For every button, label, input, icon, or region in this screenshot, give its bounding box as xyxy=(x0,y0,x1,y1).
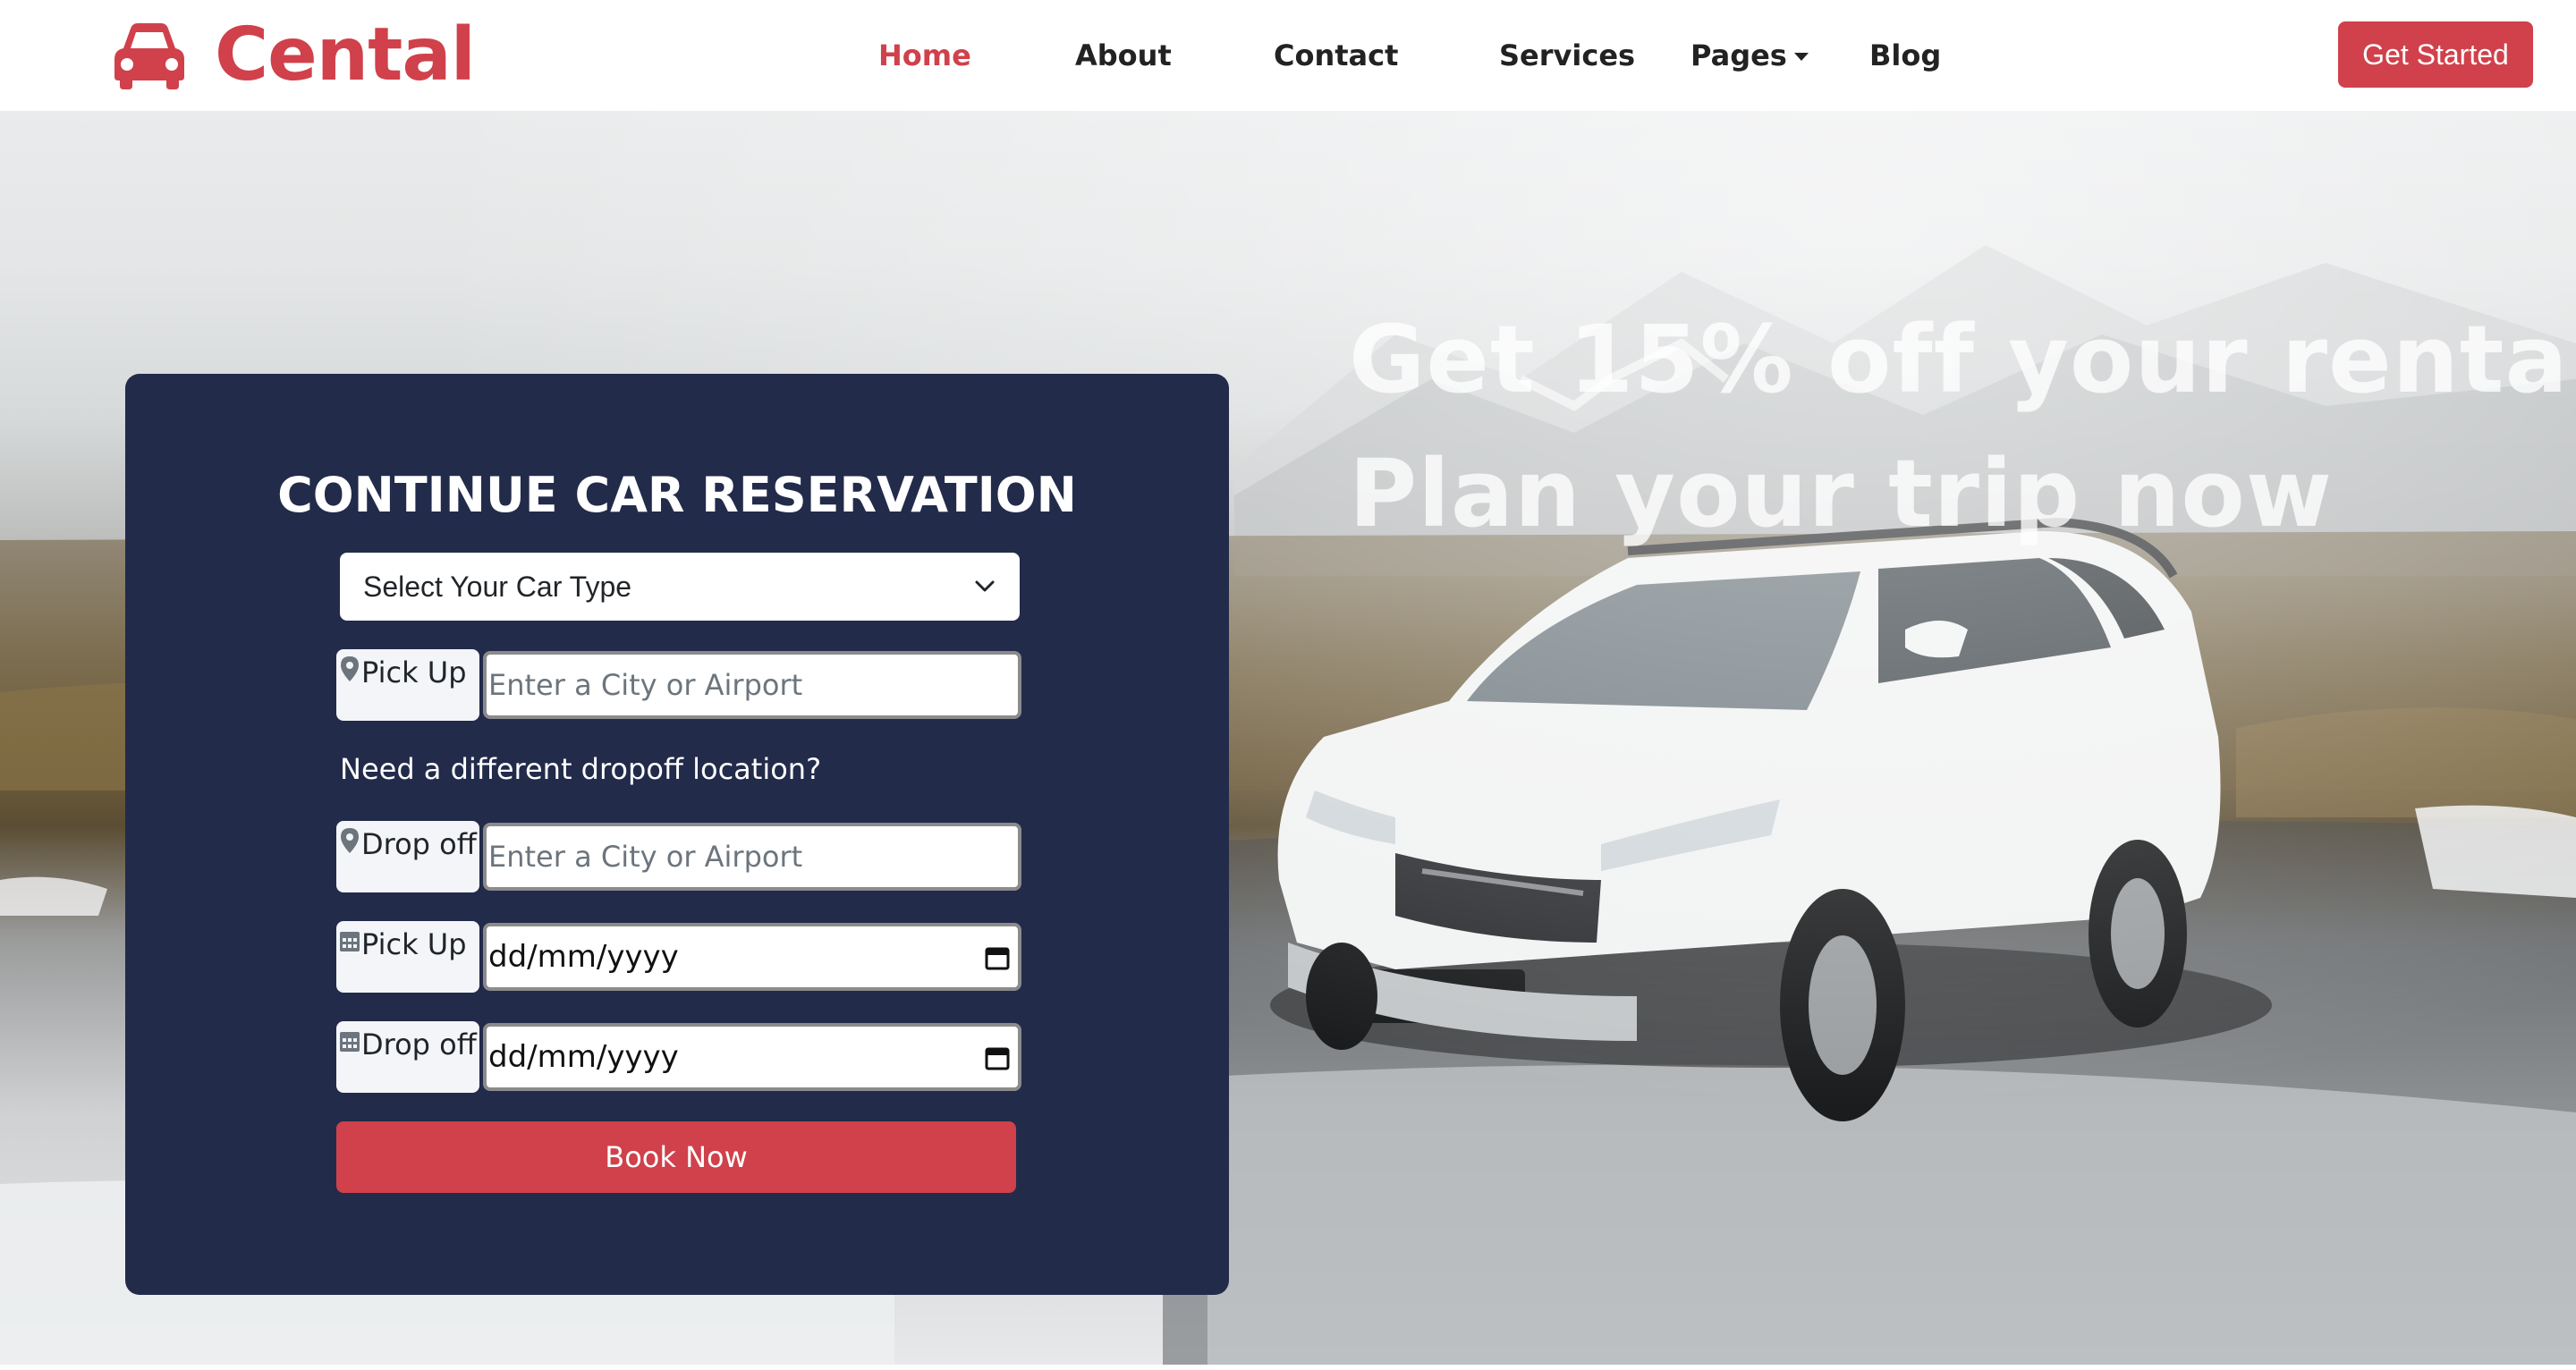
dropoff-date-label: Drop off xyxy=(361,1028,477,1061)
brand-logo-link[interactable]: Cental xyxy=(111,13,476,97)
nav-item-about[interactable]: About xyxy=(1075,34,1172,77)
calendar-icon xyxy=(340,1032,360,1052)
dropoff-date-input[interactable]: dd/mm/yyyy xyxy=(483,1023,1021,1091)
car-icon xyxy=(114,23,184,89)
pickup-date-label: Pick Up xyxy=(361,927,467,961)
pickup-location-group: Pick Up Enter a City or Airport xyxy=(336,649,1025,721)
calendar-picker-icon[interactable] xyxy=(984,944,1011,971)
pickup-location-placeholder: Enter a City or Airport xyxy=(488,668,803,702)
nav-item-pages-dropdown[interactable]: Pages xyxy=(1690,34,1809,77)
pickup-date-input[interactable]: dd/mm/yyyy xyxy=(483,923,1021,991)
nav-item-blog[interactable]: Blog xyxy=(1869,34,1941,77)
hero-headline-line1: Get 15% off your rental! xyxy=(1349,305,2576,414)
pickup-date-addon: Pick Up xyxy=(336,921,479,993)
pickup-date-group: Pick Up dd/mm/yyyy xyxy=(336,921,1025,993)
dropoff-date-value: dd/mm/yyyy xyxy=(488,1039,679,1075)
chevron-down-icon xyxy=(975,580,995,592)
dropoff-location-addon: Drop off xyxy=(336,821,479,892)
nav-item-pages-label: Pages xyxy=(1690,38,1787,72)
dropoff-location-input[interactable]: Enter a City or Airport xyxy=(483,823,1021,891)
pickup-date-value: dd/mm/yyyy xyxy=(488,939,679,975)
dropoff-date-addon: Drop off xyxy=(336,1021,479,1093)
dropoff-location-placeholder: Enter a City or Airport xyxy=(488,840,803,874)
dropoff-location-label: Drop off xyxy=(361,827,477,861)
pickup-location-addon: Pick Up xyxy=(336,649,479,721)
nav-item-services[interactable]: Services xyxy=(1499,34,1635,77)
hero-headline-line2: Plan your trip now xyxy=(1349,439,2333,548)
caret-down-icon xyxy=(1793,52,1809,61)
reservation-title: CONTINUE CAR RESERVATION xyxy=(277,467,1077,523)
dropoff-question-text: Need a different dropoff location? xyxy=(340,752,822,786)
pickup-location-label: Pick Up xyxy=(361,655,467,689)
get-started-button[interactable]: Get Started xyxy=(2338,21,2533,88)
brand-name: Cental xyxy=(215,13,476,97)
calendar-picker-icon[interactable] xyxy=(984,1044,1011,1071)
dropoff-date-group: Drop off dd/mm/yyyy xyxy=(336,1021,1025,1093)
book-now-button[interactable]: Book Now xyxy=(336,1121,1016,1193)
car-type-select[interactable]: Select Your Car Type xyxy=(340,553,1020,621)
nav-item-home[interactable]: Home xyxy=(878,34,971,77)
calendar-icon xyxy=(340,932,360,951)
navbar: Cental Home About Contact Services Pages… xyxy=(0,0,2576,111)
map-pin-icon xyxy=(341,828,359,853)
reservation-form: CONTINUE CAR RESERVATION Select Your Car… xyxy=(125,374,1229,1295)
nav-item-contact[interactable]: Contact xyxy=(1274,34,1398,77)
car-type-selected-value: Select Your Car Type xyxy=(363,570,632,603)
hero-section: Get 15% off your rental! Plan your trip … xyxy=(0,111,2576,1365)
map-pin-icon xyxy=(341,656,359,681)
pickup-location-input[interactable]: Enter a City or Airport xyxy=(483,651,1021,719)
dropoff-location-group: Drop off Enter a City or Airport xyxy=(336,821,1025,892)
